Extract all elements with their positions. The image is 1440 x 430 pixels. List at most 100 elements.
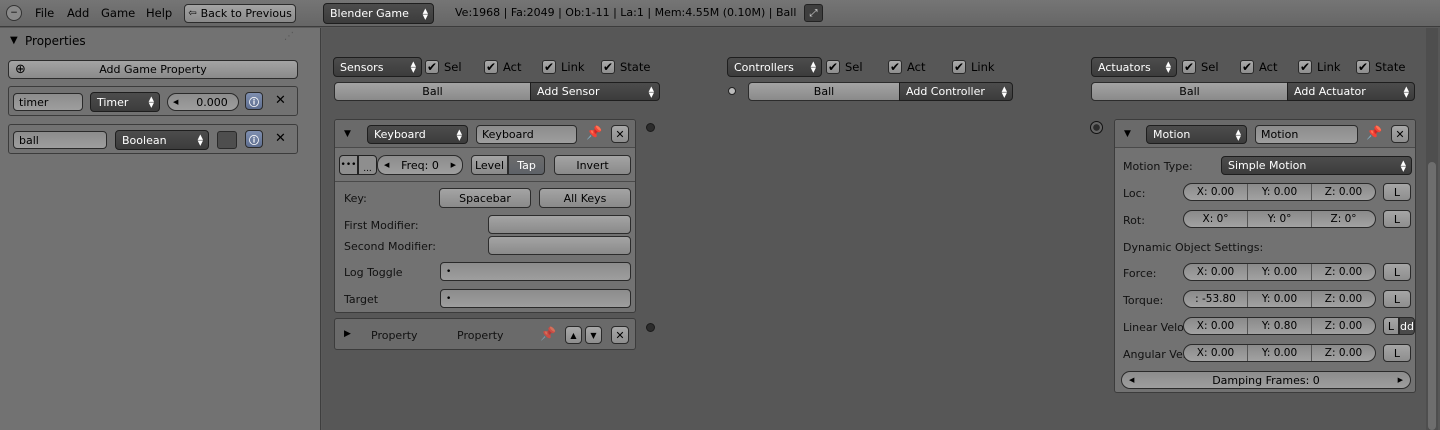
remove-sensor-button[interactable]: ✕: [611, 326, 629, 344]
first-modifier-field[interactable]: [488, 215, 631, 234]
controllers-link-checkbox[interactable]: ✔ Link: [952, 60, 995, 74]
linvel-z[interactable]: Z: 0.00: [1312, 318, 1375, 334]
angvel-z[interactable]: Z: 0.00: [1312, 345, 1375, 361]
target-field[interactable]: •: [440, 289, 631, 308]
decrement-icon[interactable]: ◀: [384, 161, 389, 169]
actuator-type-select[interactable]: Motion ▲ ▼: [1146, 125, 1247, 144]
decrement-icon[interactable]: ◀: [173, 98, 178, 106]
move-down-button[interactable]: ▼: [585, 326, 602, 344]
remove-property-icon[interactable]: ✕: [275, 131, 286, 146]
force-z[interactable]: Z: 0.00: [1312, 264, 1375, 280]
torque-y[interactable]: Y: 0.00: [1248, 291, 1312, 307]
angular-velocity-vector[interactable]: X: 0.00 Y: 0.00 Z: 0.00: [1183, 344, 1376, 362]
collapse-icon[interactable]: ▼: [1124, 129, 1131, 139]
sensors-act-checkbox[interactable]: ✔ Act: [484, 60, 522, 74]
actuators-link-checkbox[interactable]: ✔ Link: [1298, 60, 1341, 74]
pulse-true-level-button[interactable]: •••: [339, 155, 358, 175]
pin-icon[interactable]: 📌: [540, 327, 556, 342]
sensors-sel-checkbox[interactable]: ✔ Sel: [425, 60, 462, 74]
vertical-scrollbar[interactable]: [1426, 28, 1438, 430]
pulse-false-level-button[interactable]: ...: [358, 155, 377, 175]
force-local-toggle[interactable]: L: [1383, 263, 1411, 281]
sensor-output-link-dot[interactable]: [646, 123, 655, 132]
sensor-name-field[interactable]: Keyboard: [476, 125, 577, 144]
torque-local-toggle[interactable]: L: [1383, 290, 1411, 308]
angvel-y[interactable]: Y: 0.00: [1248, 345, 1312, 361]
linvel-local-toggle[interactable]: L: [1383, 317, 1399, 335]
rot-vector[interactable]: X: 0° Y: 0° Z: 0°: [1183, 210, 1376, 228]
actuators-sel-checkbox[interactable]: ✔ Sel: [1182, 60, 1219, 74]
sensors-link-checkbox[interactable]: ✔ Link: [542, 60, 585, 74]
menu-game[interactable]: Game: [101, 6, 135, 20]
actuators-object-ball[interactable]: Ball: [1091, 82, 1288, 101]
motion-type-select[interactable]: Simple Motion ▲ ▼: [1221, 156, 1412, 175]
property-name-field[interactable]: ball: [13, 131, 107, 149]
pin-icon[interactable]: 📌: [586, 126, 602, 141]
rot-local-toggle[interactable]: L: [1383, 210, 1411, 228]
add-controller-menu[interactable]: Add Controller ▲ ▼: [899, 82, 1013, 101]
linvel-x[interactable]: X: 0.00: [1184, 318, 1248, 334]
decrement-icon[interactable]: ◀: [1129, 376, 1134, 384]
force-x[interactable]: X: 0.00: [1184, 264, 1248, 280]
loc-z[interactable]: Z: 0.00: [1312, 184, 1375, 200]
menu-file[interactable]: File: [35, 6, 54, 20]
fullscreen-icon[interactable]: ⤢: [804, 4, 823, 22]
loc-vector[interactable]: X: 0.00 Y: 0.00 Z: 0.00: [1183, 183, 1376, 201]
editor-type-icon[interactable]: −: [6, 5, 22, 21]
actuators-state-checkbox[interactable]: ✔ State: [1356, 60, 1405, 74]
resize-grip-icon[interactable]: ⋰: [284, 31, 294, 42]
loc-y[interactable]: Y: 0.00: [1248, 184, 1312, 200]
pin-icon[interactable]: 📌: [1366, 126, 1382, 141]
boolean-checkbox[interactable]: [217, 131, 237, 149]
scrollbar-thumb[interactable]: [1428, 162, 1436, 430]
all-keys-button[interactable]: All Keys: [539, 188, 631, 208]
info-icon[interactable]: ⓘ: [245, 130, 263, 148]
add-sensor-menu[interactable]: Add Sensor ▲ ▼: [530, 82, 660, 101]
controllers-object-ball[interactable]: Ball: [748, 82, 900, 101]
add-game-property-button[interactable]: ⊕ Add Game Property: [8, 60, 298, 79]
actuator-input-link-dot[interactable]: [1090, 121, 1103, 134]
sensors-object-ball[interactable]: Ball: [334, 82, 531, 101]
rot-y[interactable]: Y: 0°: [1248, 211, 1312, 227]
linear-velocity-vector[interactable]: X: 0.00 Y: 0.80 Z: 0.00: [1183, 317, 1376, 335]
add-actuator-menu[interactable]: Add Actuator ▲ ▼: [1287, 82, 1415, 101]
sensors-state-checkbox[interactable]: ✔ State: [601, 60, 650, 74]
remove-property-icon[interactable]: ✕: [275, 93, 286, 108]
frequency-field[interactable]: ◀ Freq: 0 ▶: [377, 155, 463, 175]
controllers-menu[interactable]: Controllers ▲ ▼: [727, 57, 822, 77]
remove-sensor-button[interactable]: ✕: [611, 125, 629, 143]
loc-local-toggle[interactable]: L: [1383, 183, 1411, 201]
key-button[interactable]: Spacebar: [439, 188, 531, 208]
collapse-icon[interactable]: ▼: [344, 129, 351, 139]
torque-z[interactable]: Z: 0.00: [1312, 291, 1375, 307]
property-name-field[interactable]: timer: [13, 93, 83, 111]
invert-button[interactable]: Invert: [554, 155, 631, 175]
linvel-y[interactable]: Y: 0.80: [1248, 318, 1312, 334]
actuators-menu[interactable]: Actuators ▲ ▼: [1091, 57, 1177, 77]
menu-add[interactable]: Add: [67, 6, 89, 20]
sensor-type-select[interactable]: Keyboard ▲ ▼: [367, 125, 468, 144]
remove-actuator-button[interactable]: ✕: [1391, 125, 1409, 143]
sensors-menu[interactable]: Sensors ▲ ▼: [333, 57, 422, 77]
info-icon[interactable]: ⓘ: [245, 92, 263, 110]
tap-button[interactable]: Tap: [508, 155, 545, 175]
second-modifier-field[interactable]: [488, 236, 631, 255]
collapse-icon[interactable]: ▼: [10, 35, 18, 46]
increment-icon[interactable]: ▶: [1398, 376, 1403, 384]
engine-select[interactable]: Blender Game ▲ ▼: [323, 3, 434, 24]
property-type-select[interactable]: Timer ▲ ▼: [90, 92, 160, 112]
rot-x[interactable]: X: 0°: [1184, 211, 1248, 227]
controllers-sel-checkbox[interactable]: ✔ Sel: [826, 60, 863, 74]
level-button[interactable]: Level: [471, 155, 508, 175]
force-vector[interactable]: X: 0.00 Y: 0.00 Z: 0.00: [1183, 263, 1376, 281]
move-up-button[interactable]: ▲: [565, 326, 582, 344]
controller-state-dot[interactable]: [728, 87, 736, 95]
log-toggle-field[interactable]: •: [440, 262, 631, 281]
torque-x[interactable]: : -53.80: [1184, 291, 1248, 307]
expand-icon[interactable]: ▶: [344, 329, 351, 339]
angvel-x[interactable]: X: 0.00: [1184, 345, 1248, 361]
loc-x[interactable]: X: 0.00: [1184, 184, 1248, 200]
actuator-name-field[interactable]: Motion: [1255, 125, 1358, 144]
property-type-select[interactable]: Boolean ▲ ▼: [115, 130, 209, 150]
increment-icon[interactable]: ▶: [451, 161, 456, 169]
